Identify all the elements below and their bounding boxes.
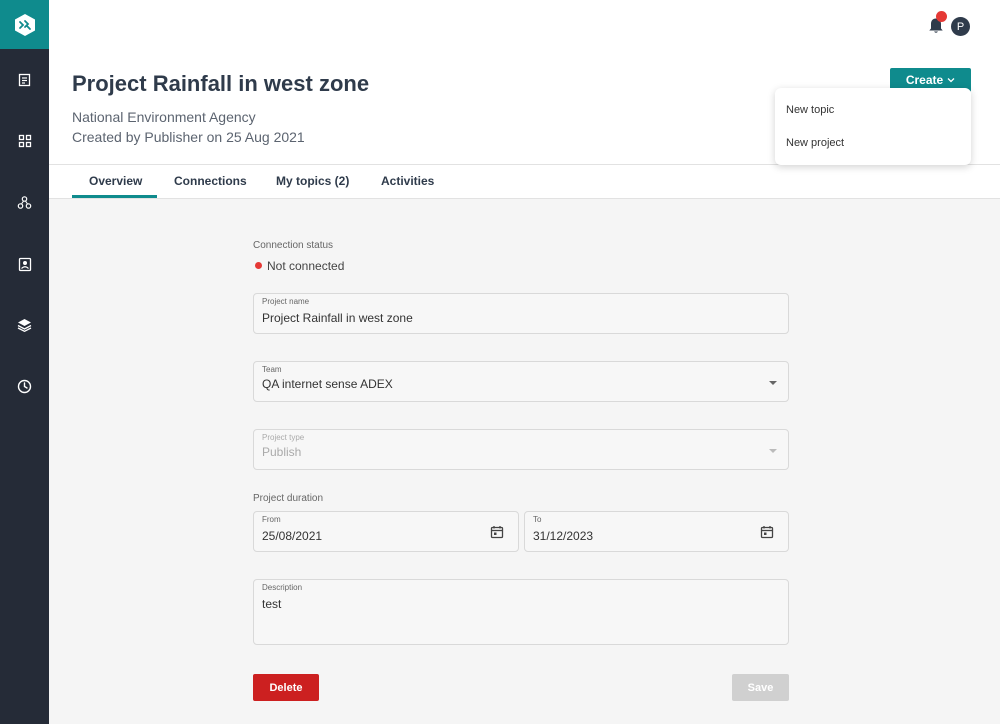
calendar-icon[interactable] xyxy=(490,525,504,539)
created-info: Created by Publisher on 25 Aug 2021 xyxy=(72,129,305,145)
to-value: 31/12/2023 xyxy=(533,529,594,543)
description-value: test xyxy=(262,597,282,611)
project-type-value: Publish xyxy=(262,445,302,459)
project-type-select: Project type Publish xyxy=(253,429,789,470)
logo-icon xyxy=(14,13,35,36)
project-name-field[interactable]: Project name Project Rainfall in west zo… xyxy=(253,293,789,334)
save-button[interactable]: Save xyxy=(732,674,789,701)
team-label: Team xyxy=(262,365,282,374)
clock-icon xyxy=(17,379,32,393)
agency-name: National Environment Agency xyxy=(72,109,256,125)
description-field[interactable]: Description test xyxy=(253,579,789,645)
sidebar-item-network[interactable] xyxy=(0,187,49,217)
project-name-label: Project name xyxy=(262,297,310,306)
tabs-divider xyxy=(49,198,1000,199)
dropdown-caret-icon xyxy=(769,381,777,385)
layers-icon xyxy=(17,319,32,332)
sidebar-item-documents[interactable] xyxy=(0,65,49,95)
team-select[interactable]: Team QA internet sense ADEX xyxy=(253,361,789,402)
sidebar-item-contacts[interactable] xyxy=(0,249,49,279)
calendar-icon[interactable] xyxy=(760,525,774,539)
to-label: To xyxy=(533,515,542,524)
sidebar-item-history[interactable] xyxy=(0,371,49,401)
from-date-field[interactable]: From 25/08/2021 xyxy=(253,511,519,552)
connection-status-value: Not connected xyxy=(267,259,345,273)
sidebar xyxy=(0,0,49,724)
status-dot-icon xyxy=(255,262,262,269)
chevron-down-icon xyxy=(947,78,955,83)
app-logo[interactable] xyxy=(0,0,49,49)
project-duration-label: Project duration xyxy=(253,493,324,504)
network-icon xyxy=(17,195,32,209)
to-date-field[interactable]: To 31/12/2023 xyxy=(524,511,789,552)
user-avatar[interactable]: P xyxy=(951,17,970,36)
menu-item-new-topic[interactable]: New topic xyxy=(786,104,834,116)
sidebar-item-dashboard[interactable] xyxy=(0,126,49,156)
sidebar-item-layers[interactable] xyxy=(0,310,49,340)
from-label: From xyxy=(262,515,281,524)
contact-book-icon xyxy=(18,257,31,271)
tab-activities[interactable]: Activities xyxy=(381,174,434,188)
notification-badge xyxy=(936,11,947,22)
delete-button[interactable]: Delete xyxy=(253,674,319,701)
grid-icon xyxy=(18,134,31,148)
project-name-value: Project Rainfall in west zone xyxy=(262,311,413,325)
menu-item-new-project[interactable]: New project xyxy=(786,137,844,149)
dropdown-caret-icon xyxy=(769,449,777,453)
document-list-icon xyxy=(18,73,30,87)
tab-my-topics[interactable]: My topics (2) xyxy=(276,174,349,188)
create-dropdown-menu: New topic New project xyxy=(775,88,971,165)
team-value: QA internet sense ADEX xyxy=(262,377,393,391)
page-title: Project Rainfall in west zone xyxy=(72,71,370,96)
create-button-label: Create xyxy=(905,73,944,87)
tab-overview[interactable]: Overview xyxy=(89,174,142,188)
project-type-label: Project type xyxy=(262,433,305,442)
description-label: Description xyxy=(262,583,303,592)
connection-status-label: Connection status xyxy=(253,240,334,251)
tab-connections[interactable]: Connections xyxy=(174,174,247,188)
from-value: 25/08/2021 xyxy=(262,529,323,543)
